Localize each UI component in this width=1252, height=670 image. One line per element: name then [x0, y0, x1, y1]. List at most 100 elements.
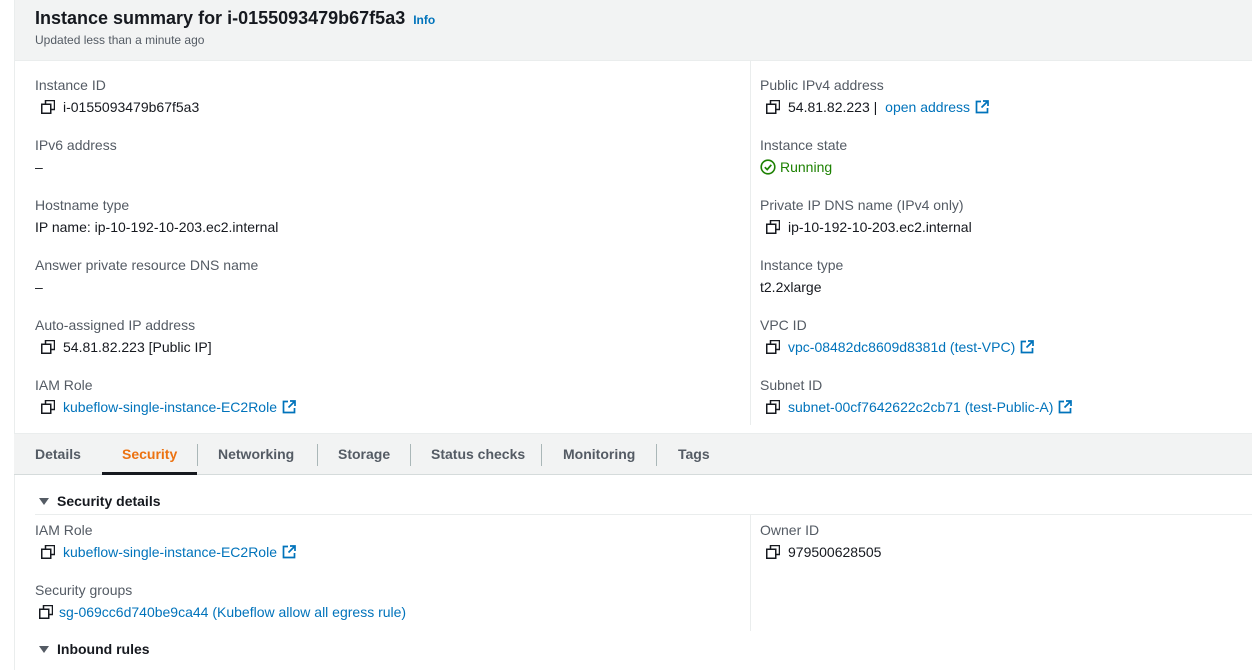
field-iam-role: IAM Role kubeflow-single-instance-EC2Rol… — [35, 377, 296, 415]
security-details-toggle[interactable]: Security details — [39, 493, 161, 509]
caret-down-icon — [39, 645, 49, 653]
field-auto-ip: Auto-assigned IP address 54.81.82.223 [P… — [35, 317, 212, 355]
instance-id-label: Instance ID — [35, 77, 106, 93]
instance-type-label: Instance type — [760, 257, 844, 273]
owner-id-text: 979500628505 — [788, 544, 882, 560]
copy-icon[interactable] — [766, 340, 780, 354]
instance-id-text: i-0155093479b67f5a3 — [63, 99, 200, 115]
private-dns-label: Private IP DNS name (IPv4 only) — [760, 197, 964, 213]
tab-monitoring[interactable]: Monitoring — [563, 434, 635, 475]
owner-id-value: 979500628505 — [766, 544, 881, 560]
instance-type-value: t2.2xlarge — [760, 279, 822, 295]
auto-ip-value: 54.81.82.223 [Public IP] — [41, 339, 212, 355]
instance-id-value: i-0155093479b67f5a3 — [41, 99, 199, 115]
subnet-id-value: subnet-00cf7642622c2cb71 (test-Public-A) — [766, 399, 1073, 415]
private-dns-text: ip-10-192-10-203.ec2.internal — [788, 219, 972, 235]
iam-role-value: kubeflow-single-instance-EC2Role — [41, 399, 296, 415]
external-link-icon[interactable] — [1058, 400, 1073, 414]
security-groups-label: Security groups — [35, 582, 133, 598]
iam-role-link[interactable]: kubeflow-single-instance-EC2Role — [63, 399, 277, 415]
instance-state-text: Running — [780, 159, 833, 175]
field-private-dns: Private IP DNS name (IPv4 only) ip-10-19… — [760, 197, 972, 235]
field-owner-id: Owner ID 979500628505 — [760, 522, 881, 560]
vpc-id-value: vpc-08482dc8609d8381d (test-VPC) — [766, 339, 1035, 355]
copy-icon[interactable] — [766, 100, 780, 114]
instance-state-label: Instance state — [760, 137, 848, 153]
info-link[interactable]: Info — [413, 13, 435, 27]
copy-icon[interactable] — [41, 545, 55, 559]
tab-storage[interactable]: Storage — [338, 434, 390, 475]
field-hostname-type: Hostname type IP name: ip-10-192-10-203.… — [35, 197, 278, 235]
vpc-id-link[interactable]: vpc-08482dc8609d8381d (test-VPC) — [788, 339, 1015, 355]
instance-summary-panel: Instance ID i-0155093479b67f5a3 IPv6 add… — [14, 61, 1252, 433]
subnet-id-link[interactable]: subnet-00cf7642622c2cb71 (test-Public-A) — [788, 399, 1053, 415]
tab-details[interactable]: Details — [35, 434, 81, 475]
tab-divider — [656, 444, 657, 466]
page-title-text: Instance summary for i-0155093479b67f5a3 — [35, 8, 406, 28]
copy-icon[interactable] — [41, 340, 55, 354]
subnet-id-label: Subnet ID — [760, 377, 823, 393]
hostname-type-value: IP name: ip-10-192-10-203.ec2.internal — [35, 219, 279, 235]
security-groups-value: sg-069cc6d740be9ca44 (Kubeflow allow all… — [39, 604, 406, 620]
copy-icon[interactable] — [766, 545, 780, 559]
page-title: Instance summary for i-0155093479b67f5a3… — [35, 8, 435, 29]
external-link-icon[interactable] — [282, 545, 296, 559]
field-instance-state: Instance state Running — [760, 137, 848, 175]
field-ipv6: IPv6 address – — [35, 137, 117, 175]
summary-header: Instance summary for i-0155093479b67f5a3… — [14, 0, 1252, 61]
tab-divider — [541, 444, 542, 466]
field-answer-dns: Answer private resource DNS name – — [35, 257, 259, 295]
tab-networking[interactable]: Networking — [218, 434, 294, 475]
security-details-heading: Security details — [57, 493, 161, 509]
copy-icon[interactable] — [41, 100, 55, 114]
hostname-type-label: Hostname type — [35, 197, 130, 213]
public-ipv4-label: Public IPv4 address — [760, 77, 884, 93]
copy-icon[interactable] — [41, 400, 55, 414]
owner-id-label: Owner ID — [760, 522, 820, 538]
detail-tabs: Details Security Networking Storage Stat… — [14, 433, 1252, 475]
auto-ip-text: 54.81.82.223 [Public IP] — [63, 339, 212, 355]
security-panel: Security details IAM Role kubeflow-singl… — [14, 475, 1252, 670]
field-subnet-id: Subnet ID subnet-00cf7642622c2cb71 (test… — [760, 377, 1073, 415]
caret-down-icon — [39, 497, 49, 505]
private-dns-value: ip-10-192-10-203.ec2.internal — [766, 219, 972, 235]
security-group-link[interactable]: sg-069cc6d740be9ca44 (Kubeflow allow all… — [59, 604, 406, 620]
field-public-ipv4: Public IPv4 address 54.81.82.223 | open … — [760, 77, 989, 115]
field-instance-type: Instance type t2.2xlarge — [760, 257, 844, 295]
public-ipv4-value: 54.81.82.223 | open address — [766, 99, 989, 115]
open-address-link[interactable]: open address — [885, 99, 970, 115]
inbound-rules-heading: Inbound rules — [57, 641, 150, 657]
status-ok-icon — [760, 159, 776, 175]
updated-timestamp: Updated less than a minute ago — [35, 33, 205, 47]
ipv6-value: – — [35, 159, 43, 175]
answer-dns-label: Answer private resource DNS name — [35, 257, 259, 273]
copy-icon[interactable] — [766, 400, 780, 414]
tab-tags[interactable]: Tags — [678, 434, 710, 475]
external-link-icon[interactable] — [282, 400, 296, 414]
external-link-icon[interactable] — [1020, 340, 1035, 354]
field-security-iam-role: IAM Role kubeflow-single-instance-EC2Rol… — [35, 522, 296, 560]
security-iam-role-link[interactable]: kubeflow-single-instance-EC2Role — [63, 544, 277, 560]
tab-security[interactable]: Security — [122, 434, 177, 475]
copy-icon[interactable] — [766, 220, 780, 234]
security-iam-role-label: IAM Role — [35, 522, 93, 538]
field-instance-id: Instance ID i-0155093479b67f5a3 — [35, 77, 199, 115]
instance-state-value: Running — [760, 159, 832, 175]
auto-ip-label: Auto-assigned IP address — [35, 317, 196, 333]
column-divider — [750, 61, 751, 425]
copy-icon[interactable] — [39, 605, 53, 619]
field-security-groups: Security groups sg-069cc6d740be9ca44 (Ku… — [35, 582, 406, 620]
external-link-icon[interactable] — [975, 100, 989, 114]
tab-status-checks[interactable]: Status checks — [431, 434, 525, 475]
tab-divider — [410, 444, 411, 466]
security-iam-role-value: kubeflow-single-instance-EC2Role — [41, 544, 296, 560]
column-divider — [750, 515, 751, 631]
field-vpc-id: VPC ID vpc-08482dc8609d8381d (test-VPC) — [760, 317, 1035, 355]
iam-role-label: IAM Role — [35, 377, 93, 393]
answer-dns-value: – — [35, 279, 43, 295]
public-ipv4-text: 54.81.82.223 | — [788, 99, 882, 115]
section-divider — [35, 514, 1252, 515]
ipv6-label: IPv6 address — [35, 137, 117, 153]
inbound-rules-toggle[interactable]: Inbound rules — [39, 641, 150, 657]
tab-divider — [197, 444, 198, 466]
